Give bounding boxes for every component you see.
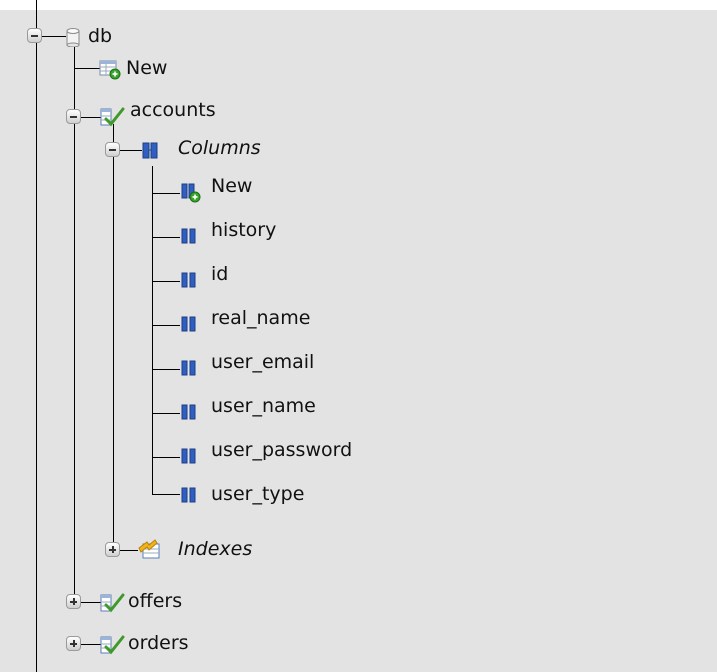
expand-indexes-toggle[interactable]	[105, 542, 120, 557]
tree-node-column[interactable]: user_name	[211, 393, 316, 419]
columns-icon	[142, 142, 158, 159]
db-label: db	[88, 25, 113, 47]
column-icon	[181, 448, 196, 464]
tree-node-column[interactable]: user_password	[211, 437, 352, 463]
tree-connector-line	[42, 36, 66, 37]
column-label: id	[211, 263, 229, 285]
tree-node-column[interactable]: user_email	[211, 349, 314, 375]
tree-connector-line	[152, 413, 180, 414]
column-label: user_email	[211, 351, 315, 373]
tree-connector-line	[81, 602, 101, 603]
accounts-label: accounts	[130, 99, 216, 121]
tree-connector-line	[152, 457, 180, 458]
database-icon	[66, 28, 80, 47]
collapse-accounts-toggle[interactable]	[66, 109, 81, 124]
tree-node-accounts[interactable]: accounts	[130, 97, 216, 123]
tree-node-orders[interactable]: orders	[128, 630, 189, 656]
tree-node-new-table[interactable]: New	[126, 55, 167, 81]
column-label: user_password	[211, 439, 353, 461]
tree-node-columns[interactable]: Columns	[178, 135, 261, 161]
table-icon	[100, 635, 125, 655]
table-icon	[100, 107, 125, 127]
collapse-db-toggle[interactable]	[27, 28, 42, 43]
tree-node-indexes[interactable]: Indexes	[178, 536, 252, 562]
expand-orders-toggle[interactable]	[66, 636, 81, 651]
tree-connector-line	[152, 237, 180, 238]
column-label: user_name	[211, 395, 316, 417]
column-label: user_type	[211, 483, 305, 505]
tree-connector-line	[152, 369, 180, 370]
tree-connector-line	[152, 325, 180, 326]
tree-connector-line	[152, 494, 180, 495]
column-icon	[181, 316, 196, 332]
tree-node-column[interactable]: real_name	[211, 305, 310, 331]
expand-offers-toggle[interactable]	[66, 594, 81, 609]
tree-connector-line	[152, 281, 180, 282]
column-label: real_name	[211, 307, 311, 329]
column-icon	[181, 228, 196, 244]
column-icon	[181, 360, 196, 376]
new-table-label: New	[126, 57, 168, 79]
indexes-icon	[138, 539, 160, 559]
tree-connector-line	[81, 117, 101, 118]
column-icon	[181, 404, 196, 420]
column-icon	[181, 272, 196, 288]
columns-label: Columns	[178, 137, 261, 159]
tree-connector-line	[113, 124, 114, 550]
new-column-icon	[181, 183, 201, 203]
tree-node-column[interactable]: id	[211, 261, 228, 287]
tree-node-column[interactable]: user_type	[211, 481, 304, 507]
tree-node-offers[interactable]: offers	[128, 588, 182, 614]
orders-label: orders	[128, 632, 189, 654]
tree-node-column[interactable]: New	[211, 173, 252, 199]
indexes-label: Indexes	[178, 538, 253, 560]
table-icon	[100, 593, 125, 613]
tree-node-column[interactable]: history	[211, 217, 276, 243]
collapse-columns-toggle[interactable]	[105, 142, 120, 157]
tree-connector-line	[152, 193, 180, 194]
tree-node-db[interactable]: db	[88, 23, 112, 49]
new-table-icon	[99, 60, 121, 80]
tree-connector-line	[81, 644, 101, 645]
column-icon	[181, 487, 196, 503]
tree-connector-line	[74, 68, 100, 69]
tree-connector-line	[120, 150, 142, 151]
tree-connector-line	[74, 44, 75, 598]
offers-label: offers	[128, 590, 183, 612]
column-label: New	[211, 175, 253, 197]
tree-connector-line	[36, 0, 37, 672]
tree-connector-line	[120, 550, 138, 551]
column-label: history	[211, 219, 277, 241]
tree-connector-line	[152, 166, 153, 494]
